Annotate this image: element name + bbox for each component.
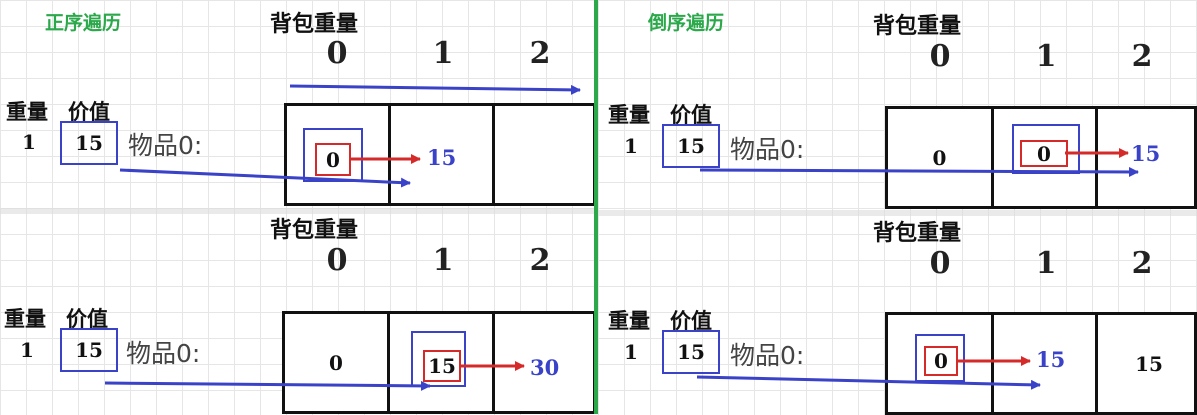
value-arrow (119, 168, 411, 188)
arrows-layer (104, 84, 1139, 391)
traversal-arrow (289, 84, 581, 95)
value-arrow (699, 166, 1139, 177)
value-arrow (104, 380, 431, 391)
value-arrow (696, 375, 1041, 390)
